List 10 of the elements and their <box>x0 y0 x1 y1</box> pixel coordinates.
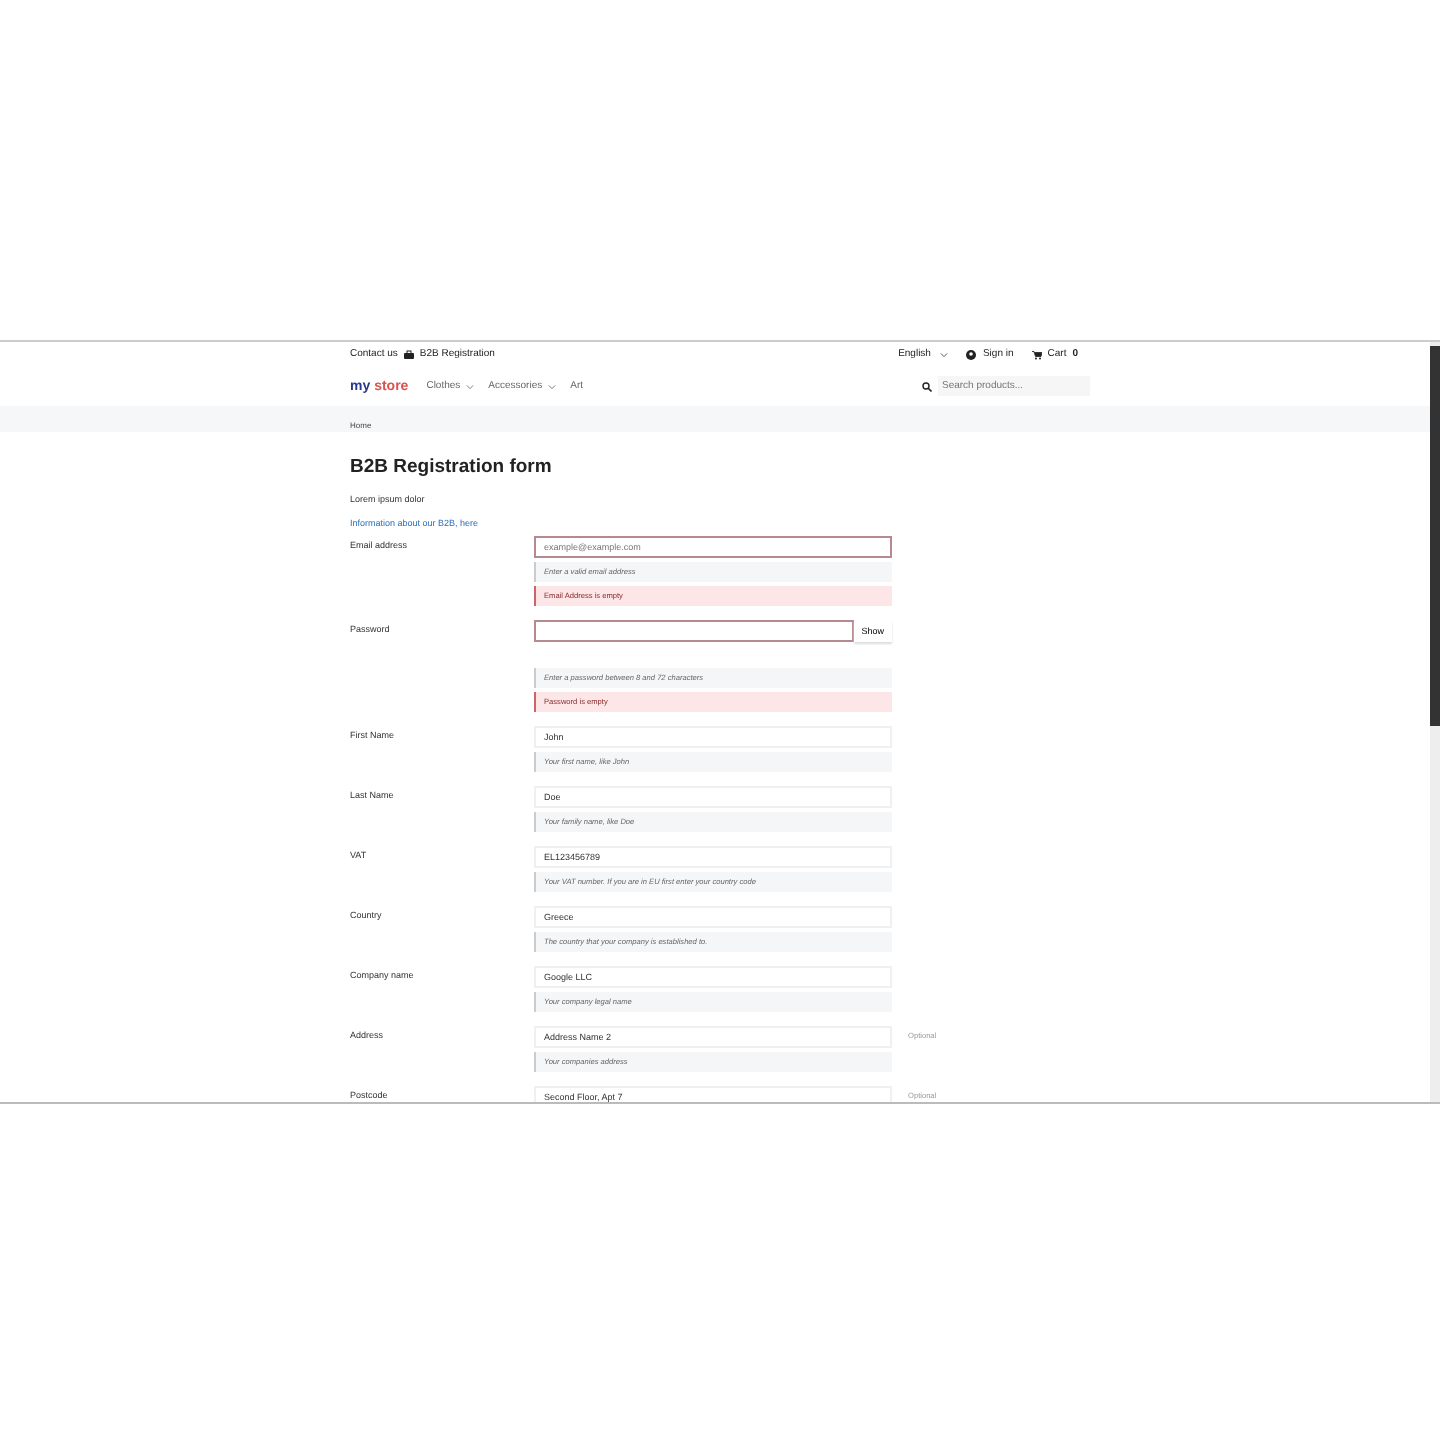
chevron-down-icon <box>548 383 557 389</box>
search-icon <box>922 381 932 391</box>
cart-icon <box>1031 349 1042 359</box>
page-title: B2B Registration form <box>350 456 554 478</box>
briefcase-icon <box>403 349 414 359</box>
input-field[interactable] <box>534 620 854 642</box>
user-icon <box>966 349 977 359</box>
scrollbar-thumb[interactable] <box>1430 346 1440 726</box>
chevron-down-icon <box>940 351 949 357</box>
chevron-down-icon <box>466 383 475 389</box>
